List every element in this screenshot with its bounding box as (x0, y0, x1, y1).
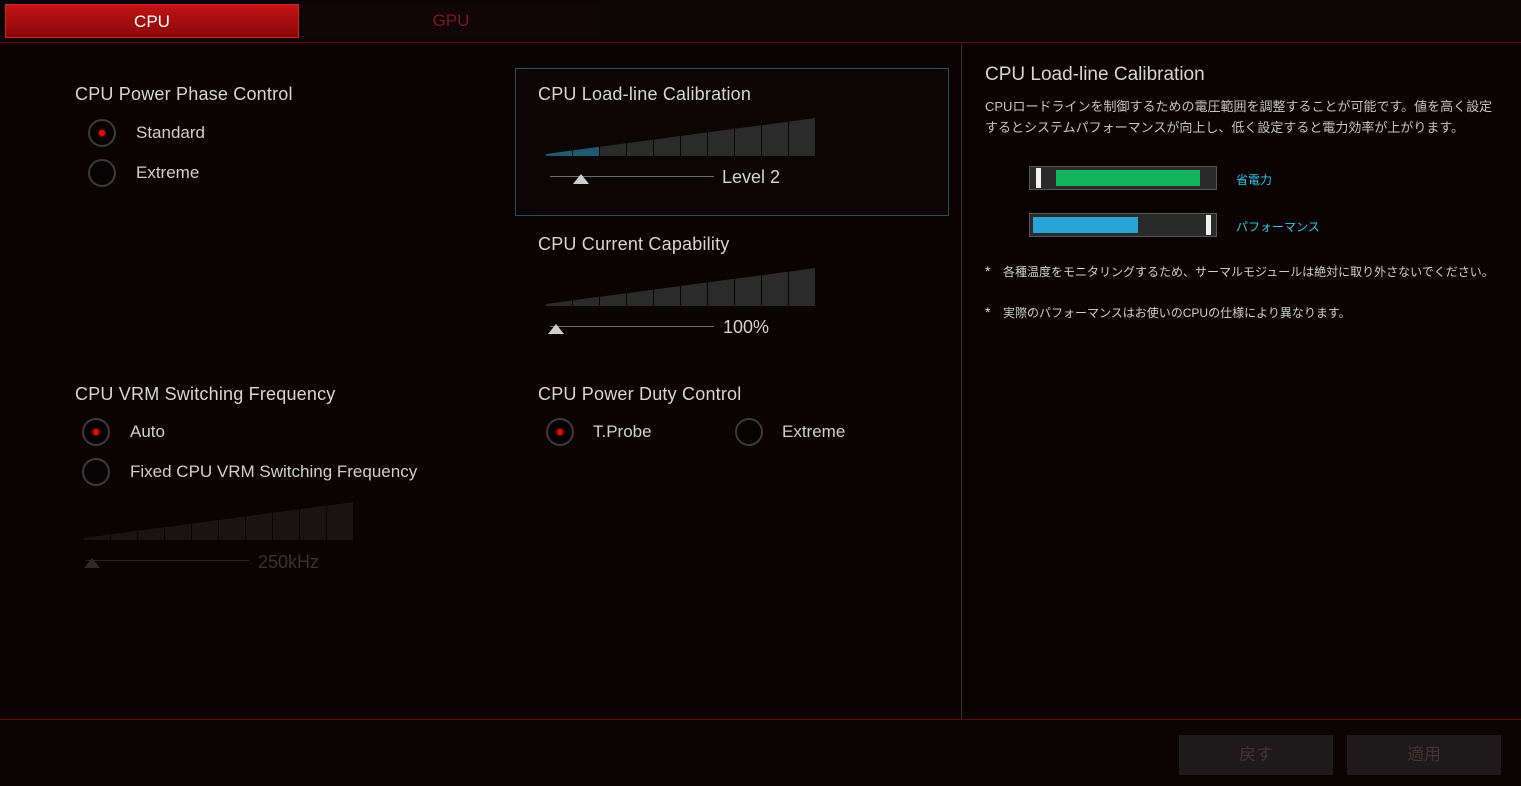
level-step (789, 268, 815, 306)
radio-auto[interactable] (82, 418, 110, 446)
level-step (546, 150, 572, 156)
vrm-frequency-value: 250kHz (258, 552, 320, 572)
vrm-frequency-title: CPU VRM Switching Frequency (75, 384, 336, 404)
vrm-option-auto[interactable]: Auto (82, 418, 282, 450)
phase-option-extreme-label: Extreme (136, 163, 200, 182)
load-line-title: CPU Load-line Calibration (538, 84, 752, 104)
level-step (681, 282, 707, 306)
vrm-frequency-slider-thumb (84, 558, 100, 568)
level-step (600, 293, 626, 306)
level-step (789, 118, 815, 156)
performance-bar-marker (1206, 215, 1211, 235)
level-step (735, 275, 761, 306)
undo-button[interactable]: 戻す (1179, 735, 1333, 775)
level-step (762, 271, 788, 306)
radio-fixed[interactable] (82, 458, 110, 486)
level-step (246, 512, 272, 540)
level-step (138, 527, 164, 540)
performance-label: パフォーマンス (1236, 220, 1320, 234)
load-line-value: Level 2 (722, 167, 781, 187)
note-thermal-text: 各種温度をモニタリングするため、サーマルモジュールは絶対に取り外さないでください… (1003, 265, 1494, 279)
level-step (627, 139, 653, 156)
vrm-option-fixed[interactable]: Fixed CPU VRM Switching Frequency (82, 458, 462, 490)
asterisk-icon: * (985, 304, 991, 320)
level-step (165, 523, 191, 540)
power-saving-label: 省電力 (1236, 173, 1273, 187)
level-step (192, 520, 218, 540)
note-thermal: * 各種温度をモニタリングするため、サーマルモジュールは絶対に取り外さないでくださ… (985, 263, 1494, 280)
phase-option-extreme[interactable]: Extreme (88, 159, 288, 191)
performance-bar (1029, 213, 1217, 237)
power-saving-bar (1029, 166, 1217, 190)
load-line-slider-thumb[interactable] (573, 174, 589, 184)
vrm-frequency-level-graph (84, 502, 360, 540)
tab-bar: CPU GPU (0, 0, 1521, 43)
footer-bar: 戻す 適用 (0, 719, 1521, 786)
duty-option-extreme-label: Extreme (782, 422, 846, 441)
level-step (273, 509, 299, 540)
info-description: CPUロードラインを制御するための電圧範囲を調整することが可能です。値を高く設定… (985, 99, 1493, 135)
current-capability-slider-thumb[interactable] (548, 324, 564, 334)
level-step (546, 300, 572, 306)
current-capability-slider-track[interactable] (550, 326, 714, 327)
power-saving-bar-marker (1036, 168, 1041, 188)
note-performance-text: 実際のパフォーマンスはお使いのCPUの仕様により異なります。 (1003, 306, 1351, 320)
vrm-option-auto-label: Auto (130, 422, 165, 441)
radio-extreme[interactable] (88, 159, 116, 187)
tab-gpu[interactable]: GPU (302, 4, 600, 38)
power-saving-bar-fill (1056, 170, 1200, 186)
level-step (600, 143, 626, 156)
level-step (654, 286, 680, 306)
vrm-frequency-slider-track (86, 560, 249, 561)
tab-cpu[interactable]: CPU (5, 4, 299, 38)
load-line-level-graph (546, 118, 822, 156)
apply-button[interactable]: 適用 (1347, 735, 1501, 775)
level-step (84, 534, 110, 540)
radio-duty-extreme[interactable] (735, 418, 763, 446)
info-title: CPU Load-line Calibration (985, 64, 1205, 85)
duty-option-tprobe-label: T.Probe (593, 422, 652, 441)
radio-tprobe[interactable] (546, 418, 574, 446)
level-step (762, 121, 788, 156)
duty-option-extreme[interactable]: Extreme (735, 418, 895, 450)
level-step (300, 505, 326, 540)
asterisk-icon: * (985, 263, 991, 279)
level-step (654, 136, 680, 156)
level-step (111, 530, 137, 540)
level-step (327, 502, 353, 540)
duty-control-title: CPU Power Duty Control (538, 384, 742, 404)
level-step (708, 278, 734, 306)
level-step (735, 125, 761, 156)
phase-option-standard[interactable]: Standard (88, 119, 288, 151)
level-step (219, 516, 245, 540)
level-step (681, 132, 707, 156)
level-step (573, 146, 599, 156)
radio-standard[interactable] (88, 119, 116, 147)
vrm-option-fixed-label: Fixed CPU VRM Switching Frequency (130, 462, 418, 481)
duty-option-tprobe[interactable]: T.Probe (546, 418, 706, 450)
level-step (573, 296, 599, 306)
phase-control-title: CPU Power Phase Control (75, 84, 293, 104)
performance-bar-fill (1033, 217, 1138, 233)
current-capability-level-graph (546, 268, 822, 306)
phase-option-standard-label: Standard (136, 123, 205, 142)
level-step (708, 128, 734, 156)
current-capability-title: CPU Current Capability (538, 234, 730, 254)
current-capability-value: 100% (723, 317, 770, 337)
panel-divider (961, 43, 962, 719)
note-performance: * 実際のパフォーマンスはお使いのCPUの仕様により異なります。 (985, 304, 1351, 321)
level-step (627, 289, 653, 306)
